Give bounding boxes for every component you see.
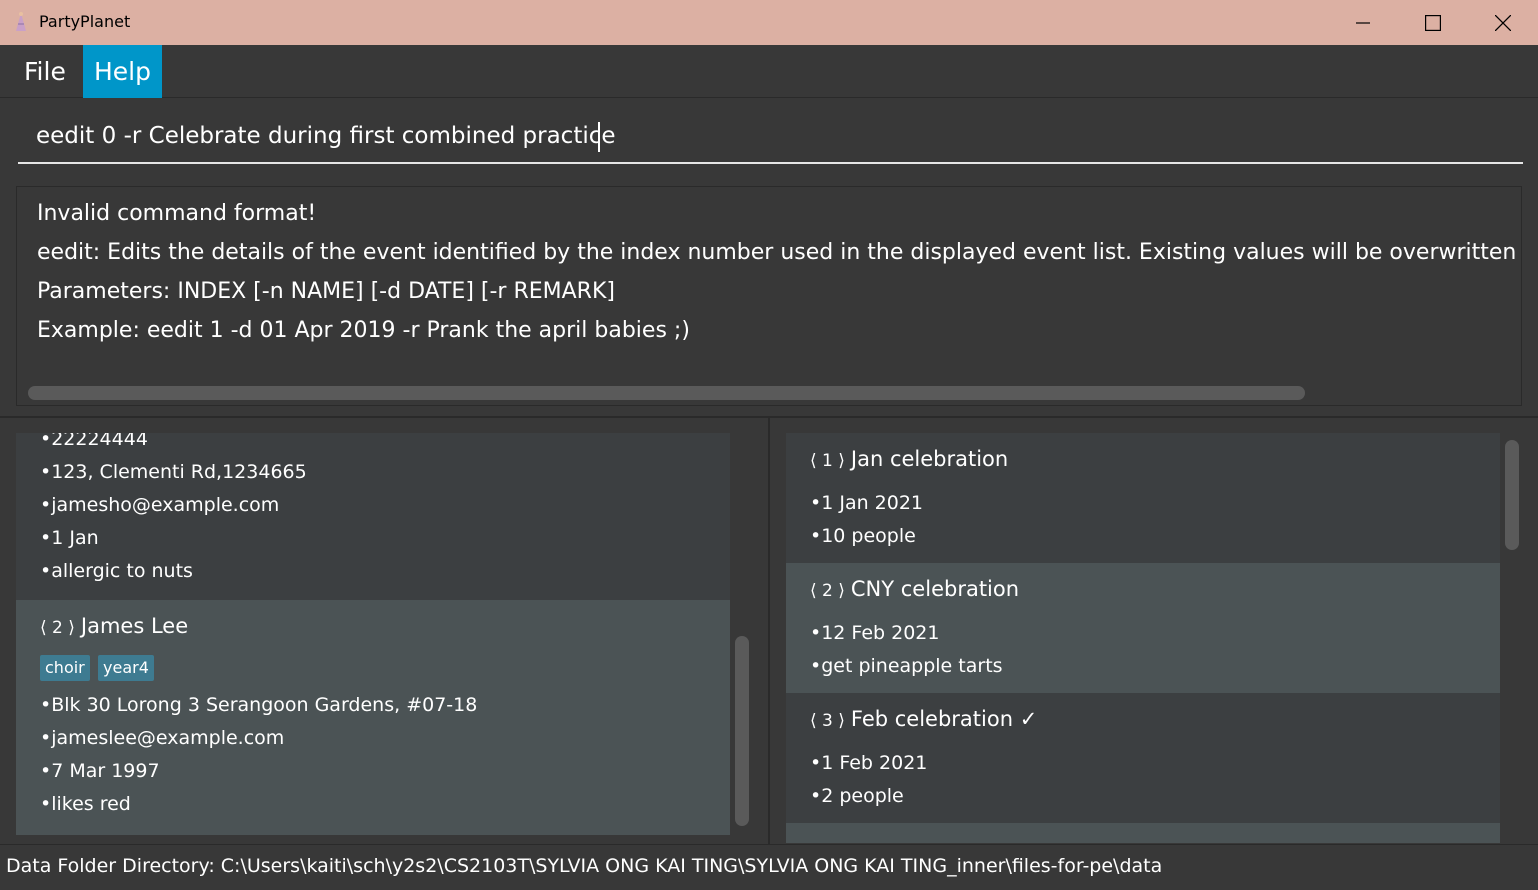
person-remark: •likes red (40, 793, 131, 815)
person-name: ⟨ 2 ⟩ James Lee (40, 614, 188, 638)
window-title: PartyPlanet (39, 12, 131, 31)
person-remark: •allergic to nuts (40, 560, 193, 582)
result-line: Example: eedit 1 -d 01 Apr 2019 -r Prank… (37, 318, 690, 343)
person-list-panel: •22224444 •123, Clementi Rd,1234665 •jam… (0, 418, 768, 844)
result-display-container: Invalid command format! eedit: Edits the… (0, 178, 1538, 416)
event-index: ⟨ 3 ⟩ (810, 711, 845, 731)
person-birthday: •7 Mar 1997 (40, 760, 160, 782)
maximize-icon (1425, 14, 1441, 31)
event-date: •1 Feb 2021 (810, 752, 928, 774)
person-address: •Blk 30 Lorong 3 Serangoon Gardens, #07-… (40, 694, 478, 716)
command-box (0, 98, 1538, 178)
title-bar: PartyPlanet (0, 0, 1538, 45)
command-input[interactable] (18, 110, 1523, 164)
menu-bar: File Help (0, 45, 1538, 98)
event-card[interactable]: ⟨ 2 ⟩ CNY celebration •12 Feb 2021 •get p… (786, 563, 1500, 693)
text-caret (598, 122, 600, 152)
event-remark: •get pineapple tarts (810, 655, 1003, 677)
minimize-icon (1356, 21, 1370, 24)
event-card[interactable]: ⟨ 3 ⟩ Feb celebration ✓ •1 Feb 2021 •2 pe… (786, 693, 1500, 823)
event-name-text: Feb celebration ✓ (850, 707, 1038, 731)
status-bar: Data Folder Directory: C:\Users\kaiti\sc… (0, 844, 1538, 890)
person-card[interactable]: •22224444 •123, Clementi Rd,1234665 •jam… (16, 433, 730, 600)
tag-badge: choir (40, 655, 90, 681)
event-list-scrollbar[interactable] (1505, 440, 1519, 550)
person-list[interactable]: •22224444 •123, Clementi Rd,1234665 •jam… (16, 433, 730, 835)
party-icon (16, 12, 26, 31)
result-horizontal-scrollbar[interactable] (25, 383, 1515, 401)
menu-file[interactable]: File (13, 45, 77, 98)
event-name: ⟨ 3 ⟩ Feb celebration ✓ (810, 707, 1037, 731)
event-card[interactable] (786, 823, 1500, 843)
event-index: ⟨ 1 ⟩ (810, 451, 845, 471)
person-card[interactable]: ⟨ 2 ⟩ James Lee choir year4 •Blk 30 Loron… (16, 600, 730, 835)
minimize-button[interactable] (1328, 0, 1398, 45)
result-line: Invalid command format! (37, 201, 317, 226)
event-card[interactable]: ⟨ 1 ⟩ Jan celebration •1 Jan 2021 •10 peo… (786, 433, 1500, 563)
result-display: Invalid command format! eedit: Edits the… (16, 186, 1522, 406)
close-icon (1495, 14, 1511, 31)
result-scroll-thumb[interactable] (28, 386, 1305, 400)
menu-help[interactable]: Help (83, 45, 162, 98)
person-birthday: •1 Jan (40, 527, 99, 549)
event-name-text: Jan celebration (850, 447, 1009, 471)
person-list-scrollbar[interactable] (735, 636, 749, 826)
person-address: •123, Clementi Rd,1234665 (40, 461, 307, 483)
event-list-panel: ⟨ 1 ⟩ Jan celebration •1 Jan 2021 •10 peo… (770, 418, 1538, 844)
event-name: ⟨ 2 ⟩ CNY celebration (810, 577, 1019, 601)
event-name-text: CNY celebration (850, 577, 1020, 601)
event-remark: •2 people (810, 785, 904, 807)
result-line: eedit: Edits the details of the event id… (37, 240, 1517, 265)
maximize-button[interactable] (1398, 0, 1468, 45)
event-remark: •10 people (810, 525, 916, 547)
person-email: •jameslee@example.com (40, 727, 285, 749)
result-line: Parameters: INDEX [-n NAME] [-d DATE] [-… (37, 279, 615, 304)
event-index: ⟨ 2 ⟩ (810, 581, 845, 601)
person-email: •jamesho@example.com (40, 494, 280, 516)
person-phone: •22224444 (40, 433, 148, 450)
person-index: ⟨ 2 ⟩ (40, 618, 75, 638)
event-name: ⟨ 1 ⟩ Jan celebration (810, 447, 1008, 471)
tag-badge: year4 (98, 655, 154, 681)
data-folder-path: Data Folder Directory: C:\Users\kaiti\sc… (6, 855, 1163, 877)
person-name-text: James Lee (80, 614, 189, 638)
close-button[interactable] (1468, 0, 1538, 45)
event-list[interactable]: ⟨ 1 ⟩ Jan celebration •1 Jan 2021 •10 peo… (786, 433, 1500, 843)
event-date: •1 Jan 2021 (810, 492, 924, 514)
event-date: •12 Feb 2021 (810, 622, 940, 644)
